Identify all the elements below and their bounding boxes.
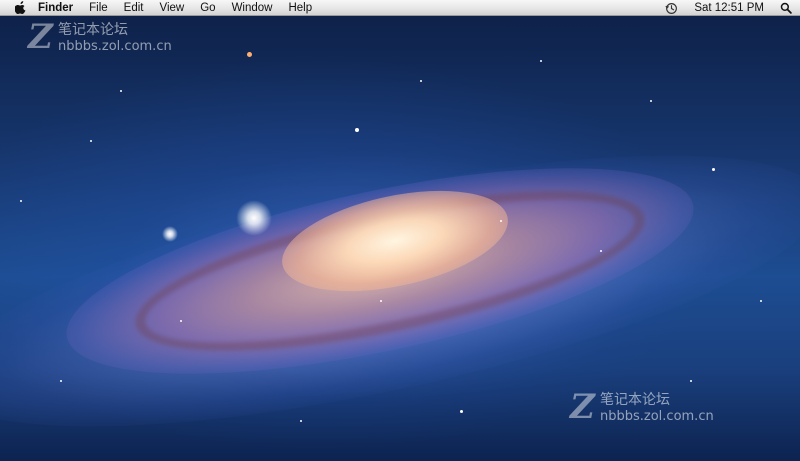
- star: [690, 380, 692, 382]
- desktop-wallpaper[interactable]: Z 笔记本论坛 nbbbs.zol.com.cn Z 笔记本论坛 nbbbs.z…: [0, 0, 800, 461]
- orange-star: [247, 52, 252, 57]
- star: [60, 380, 62, 382]
- star: [600, 250, 602, 252]
- watermark-domain: nbbbs.zol.com.cn: [600, 409, 714, 424]
- star: [420, 80, 422, 82]
- menu-help[interactable]: Help: [280, 0, 320, 16]
- watermark-domain: nbbbs.zol.com.cn: [58, 39, 172, 54]
- menu-file[interactable]: File: [81, 0, 116, 16]
- star: [180, 320, 182, 322]
- watermark-z-logo: Z: [570, 387, 595, 427]
- star: [20, 200, 22, 202]
- star: [460, 410, 463, 413]
- menu-bar: Finder File Edit View Go Window Help Sat…: [0, 0, 800, 16]
- star: [90, 140, 92, 142]
- bright-star: [162, 226, 178, 242]
- menu-view[interactable]: View: [152, 0, 193, 16]
- time-machine-clock-icon[interactable]: [657, 0, 686, 16]
- star: [355, 128, 359, 132]
- menu-clock[interactable]: Sat 12:51 PM: [686, 0, 772, 16]
- watermark-z-logo: Z: [28, 17, 53, 57]
- star: [120, 90, 122, 92]
- menu-edit[interactable]: Edit: [116, 0, 152, 16]
- menu-extras: Sat 12:51 PM: [657, 0, 800, 16]
- apple-logo-icon[interactable]: [6, 0, 36, 16]
- menu-window[interactable]: Window: [224, 0, 281, 16]
- star: [500, 220, 502, 222]
- spotlight-search-icon[interactable]: [772, 0, 800, 16]
- menu-go[interactable]: Go: [192, 0, 223, 16]
- watermark-text: 笔记本论坛: [600, 392, 670, 408]
- star: [650, 100, 652, 102]
- watermark-bottom-right: Z 笔记本论坛 nbbbs.zol.com.cn: [570, 390, 770, 430]
- watermark-top-left: Z 笔记本论坛 nbbbs.zol.com.cn: [28, 20, 218, 60]
- star: [540, 60, 542, 62]
- menu-app-finder[interactable]: Finder: [36, 0, 81, 16]
- star: [760, 300, 762, 302]
- bright-star: [236, 200, 272, 236]
- star: [712, 168, 715, 171]
- star: [380, 300, 382, 302]
- star: [300, 420, 302, 422]
- watermark-text: 笔记本论坛: [58, 22, 128, 38]
